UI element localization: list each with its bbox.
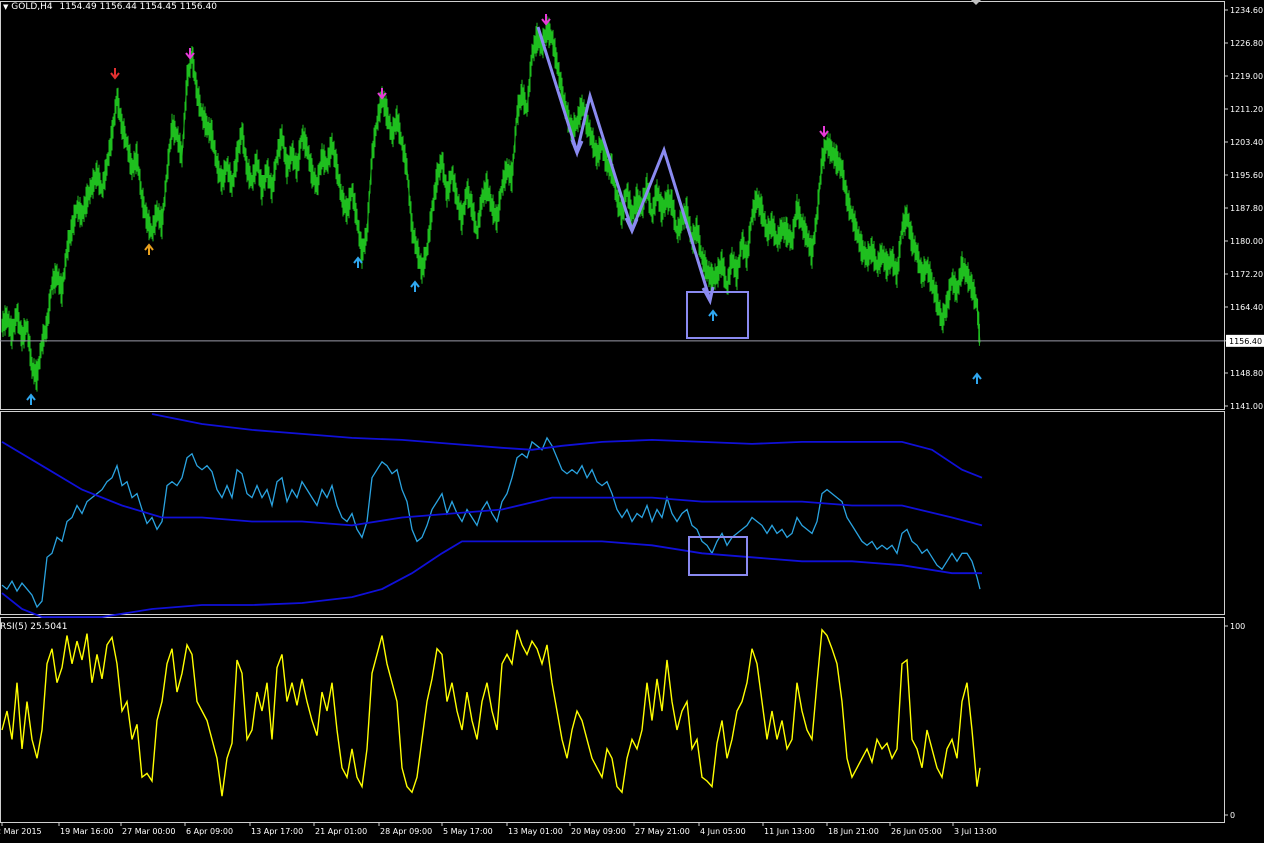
price-tick-label: 1211.20 xyxy=(1230,105,1263,114)
rsi-header: RSI(5) 25.5041 xyxy=(0,622,67,632)
time-tick-label: 3 Jul 13:00 xyxy=(954,827,997,836)
rsi-tick-label: 0 xyxy=(1230,811,1235,820)
time-tick-label: 28 Apr 09:00 xyxy=(380,827,432,836)
price-tick-label: 1234.60 xyxy=(1230,6,1263,15)
time-tick-label: 27 Mar 00:00 xyxy=(122,827,175,836)
indicator-lower-band xyxy=(1,540,982,618)
time-tick-label: 20 May 09:00 xyxy=(571,827,626,836)
indicator-indicator xyxy=(1,436,981,609)
price-tick-label: 1172.20 xyxy=(1230,270,1263,279)
annotation-box xyxy=(686,291,749,339)
price-tick-label: 1195.60 xyxy=(1230,171,1263,180)
price-tick-label: 1219.00 xyxy=(1230,72,1263,81)
time-tick-label: 13 May 01:00 xyxy=(508,827,563,836)
time-tick-label: 11 Jun 13:00 xyxy=(764,827,815,836)
time-tick-label: 6 Apr 09:00 xyxy=(186,827,233,836)
arrow-down-icon xyxy=(377,88,387,100)
panel-frame xyxy=(0,1,1225,410)
time-tick-label: 18 Jun 21:00 xyxy=(828,827,879,836)
price-tick-label: 1180.00 xyxy=(1230,237,1263,246)
indicator-panel[interactable] xyxy=(1,413,983,618)
rsi-label: RSI(5) 25.5041 xyxy=(0,622,68,632)
time-tick-label: 5 May 17:00 xyxy=(443,827,493,836)
arrow-up-icon xyxy=(972,372,982,384)
ohlc-values: 1154.49 1156.44 1154.45 1156.40 xyxy=(59,2,217,12)
time-tick-label: 21 Apr 01:00 xyxy=(315,827,367,836)
time-tick-label: 13 Apr 17:00 xyxy=(251,827,303,836)
arrow-down-icon xyxy=(110,68,120,80)
arrow-up-icon xyxy=(410,280,420,292)
time-tick-label: 4 Jun 05:00 xyxy=(700,827,746,836)
panel-frame xyxy=(0,617,1225,823)
symbol-name: GOLD,H4 xyxy=(11,2,53,12)
time-tick-label: 27 May 21:00 xyxy=(635,827,690,836)
symbol-header: ▼ GOLD,H4 1154.49 1156.44 1154.45 1156.4… xyxy=(3,2,217,12)
price-tick-label: 1187.80 xyxy=(1230,204,1263,213)
time-tick-label: 19 Mar 16:00 xyxy=(60,827,113,836)
arrow-up-icon xyxy=(26,393,36,405)
price-tick-label: 1164.40 xyxy=(1230,303,1263,312)
price-tick-label: 1203.40 xyxy=(1230,138,1263,147)
indicator-upper-band xyxy=(151,413,983,479)
price-tick-label: 1226.80 xyxy=(1230,39,1263,48)
chart-canvas[interactable]: 1234.60 1226.80 1219.00 1211.20 1203.40 1195.… xyxy=(0,0,1264,839)
trading-terminal-chart-window: ▼ GOLD,H4 1154.49 1156.44 1154.45 1156.4… xyxy=(0,0,1264,839)
annotation-zigzag xyxy=(536,26,712,301)
rsi-tick-label: 100 xyxy=(1230,622,1245,631)
time-tick-label: 26 Jun 05:00 xyxy=(891,827,942,836)
price-line xyxy=(1,28,981,378)
arrow-up-icon xyxy=(144,243,154,255)
rsi-panel[interactable] xyxy=(1,628,981,797)
arrow-up-icon xyxy=(708,309,718,321)
current-price-label: 1156.40 xyxy=(1229,337,1262,346)
price-tick-label: 1148.80 xyxy=(1230,369,1263,378)
rsi-line xyxy=(1,628,981,797)
arrow-down-icon xyxy=(819,126,829,138)
price-tick-label: 1141.00 xyxy=(1230,402,1263,411)
scroll-marker-icon xyxy=(971,0,981,5)
symbol-dropdown-icon[interactable]: ▼ xyxy=(3,3,8,11)
time-tick-label: 2 Mar 2015 xyxy=(0,827,42,836)
price-panel[interactable] xyxy=(0,0,1224,405)
price-bars xyxy=(1,16,980,392)
